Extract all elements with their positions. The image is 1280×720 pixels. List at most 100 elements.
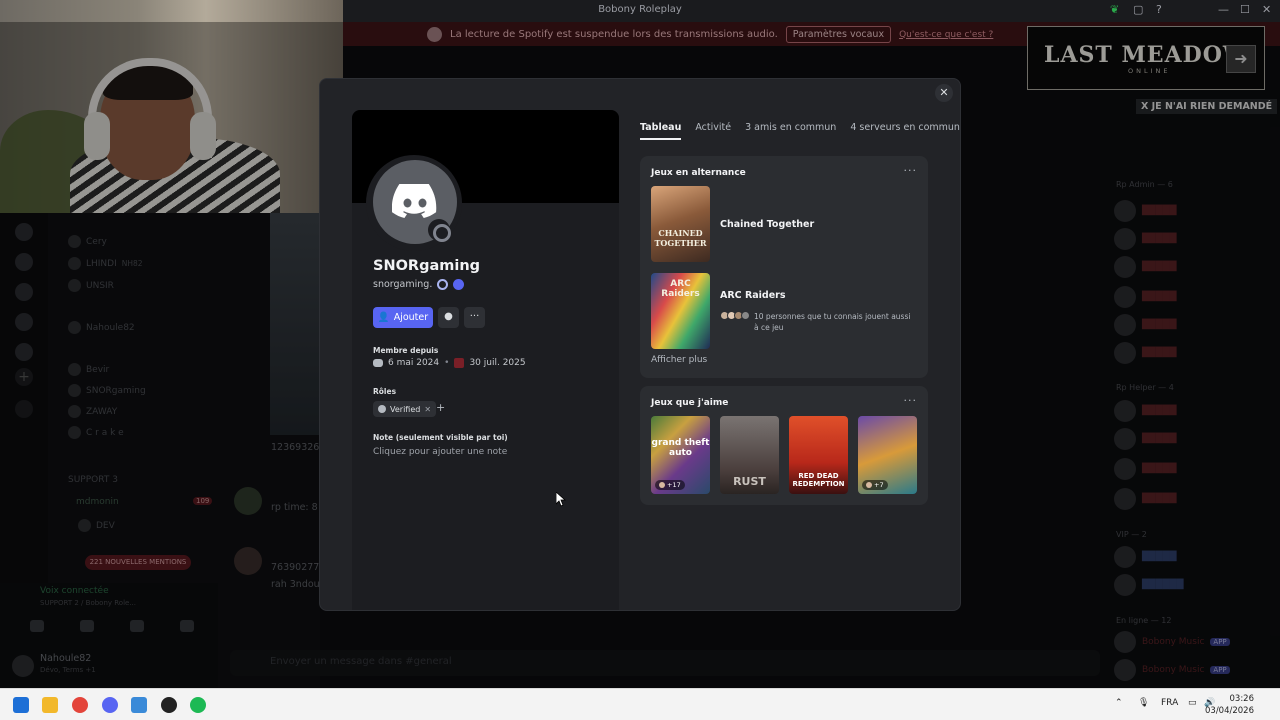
member-row[interactable]: █████ [1114,458,1177,480]
note-input[interactable]: Cliquez pour ajouter une note [373,447,507,457]
add-role-button[interactable]: + [436,401,445,414]
member-row[interactable]: █████ [1114,286,1177,308]
game-cover[interactable]: CHAINED TOGETHER [651,186,710,262]
soundboard-icon[interactable] [180,620,194,632]
language-indicator[interactable]: FRA [1161,698,1178,708]
maximize-button[interactable]: ☐ [1240,3,1250,16]
chrome-icon[interactable] [72,697,88,713]
member-item[interactable]: C r a k e [68,426,124,439]
member-row[interactable]: █████ [1114,256,1177,278]
message-composer[interactable]: Envoyer un message dans #general [230,650,1100,676]
add-friend-icon: 👤 [377,312,390,323]
role-chip[interactable]: Verified ✕ [373,401,437,417]
spotify-icon[interactable] [190,697,206,713]
game-tile[interactable]: +7 [858,416,917,494]
nitro-badge-icon[interactable] [453,279,465,290]
voice-channel-label[interactable]: SUPPORT 2 / Bobony Role... [40,599,136,607]
close-window-button[interactable]: ✕ [1262,3,1271,16]
tab-mutual-friends[interactable]: 3 amis en commun [745,122,836,140]
hypesquad-badge-icon[interactable] [437,279,449,290]
game-tile[interactable]: grand theft auto +17 [651,416,710,494]
card-more-icon[interactable]: ··· [904,394,918,407]
add-friend-button[interactable]: 👤 Ajouter [373,307,433,328]
member-row[interactable]: █████ [1114,314,1177,336]
camera-icon[interactable] [30,620,44,632]
member-row[interactable]: █████ [1114,488,1177,510]
file-explorer-icon[interactable] [42,697,58,713]
app-icon[interactable] [131,697,147,713]
chat-avatar[interactable] [234,487,262,515]
voice-settings-button[interactable]: Paramètres vocaux [785,26,892,43]
server-icon[interactable] [15,283,33,301]
server-icon[interactable] [15,223,33,241]
new-mentions-pill[interactable]: 221 NOUVELLES MENTIONS [85,555,191,570]
voice-connected-label: Voix connectée [40,586,109,596]
current-user-name[interactable]: Nahoule82 [40,653,91,664]
inbox-icon[interactable]: ▢ [1133,3,1143,16]
member-item[interactable]: LHINDI NH82 [68,257,143,270]
nitro-icon[interactable]: ❦ [1110,3,1119,16]
member-row[interactable]: █████ [1114,428,1177,450]
member-row[interactable]: █████ [1114,342,1177,364]
friends-playing[interactable]: 10 personnes que tu connais jouent aussi… [720,311,914,333]
game-tile[interactable]: RUST [720,416,779,494]
game-cover[interactable]: ARC Raiders [651,273,710,349]
member-row[interactable]: █████ [1114,200,1177,222]
help-icon[interactable]: ? [1156,3,1162,16]
friend-avatars [720,311,750,320]
tab-mutual-servers[interactable]: 4 serveurs en commun [850,122,960,140]
start-icon[interactable] [13,697,29,713]
clock[interactable]: 03:26 03/04/2026 [1205,693,1254,717]
display-name: SNORgaming [373,258,481,274]
member-row[interactable]: █████ [1114,400,1177,422]
member-row[interactable]: █████ [1114,228,1177,250]
tab-activity[interactable]: Activité [695,122,731,140]
member-group-header: Rp Helper — 4 [1116,383,1174,392]
member-group-header: En ligne — 12 [1116,616,1172,625]
member-item[interactable]: Cery [68,235,107,248]
member-row[interactable]: █████ [1114,546,1177,568]
remove-role-icon[interactable]: ✕ [424,405,431,414]
minimize-button[interactable]: — [1218,3,1229,16]
server-icon[interactable] [15,313,33,331]
member-row[interactable]: ██████ [1114,574,1184,596]
discord-join-date: 6 mai 2024 [388,358,440,368]
server-icon[interactable] [15,253,33,271]
screen-share-icon[interactable] [80,620,94,632]
obs-icon[interactable] [161,697,177,713]
member-item[interactable]: UNSIR [68,279,114,292]
member-item[interactable]: DEV [78,519,115,532]
voice-user[interactable]: mdmonin [76,497,119,507]
show-more-link[interactable]: Afficher plus [651,355,707,365]
message-button[interactable]: ● [438,307,459,328]
activities-icon[interactable] [130,620,144,632]
channel-category[interactable]: SUPPORT 3 [68,475,118,485]
tray-chevron-icon[interactable]: ⌃ [1115,698,1123,708]
username-row: snorgaming. [373,279,465,290]
member-row[interactable]: Bobony Music APP [1114,631,1230,653]
close-modal-button[interactable]: ✕ [935,84,953,102]
chat-avatar[interactable] [234,547,262,575]
server-icon[interactable] [15,343,33,361]
member-item[interactable]: SNORgaming [68,384,146,397]
card-more-icon[interactable]: ··· [904,164,918,177]
discover-icon[interactable] [15,400,33,418]
tab-board[interactable]: Tableau [640,122,682,140]
add-server-icon[interactable]: + [15,368,33,386]
network-icon[interactable]: ▭ [1188,698,1197,708]
chat-message: 763902777 [271,562,326,573]
game-tile[interactable]: RED DEAD REDEMPTION [789,416,848,494]
chat-image[interactable] [270,213,320,435]
user-avatar[interactable] [12,655,34,677]
game-row[interactable]: CHAINED TOGETHER Chained Together [651,186,814,262]
member-row[interactable]: Bobony Music APP [1114,659,1230,681]
more-options-button[interactable]: ··· [464,307,485,328]
member-item[interactable]: ZAWAY [68,405,117,418]
discord-icon[interactable] [102,697,118,713]
member-item[interactable]: Bevir [68,363,109,376]
microphone-icon[interactable]: 🎙 [1138,698,1149,708]
server-icon [454,358,465,368]
more-icon: ··· [469,311,480,322]
member-item[interactable]: Nahoule82 [68,321,135,334]
whats-this-link[interactable]: Qu'est-ce que c'est ? [899,30,993,40]
